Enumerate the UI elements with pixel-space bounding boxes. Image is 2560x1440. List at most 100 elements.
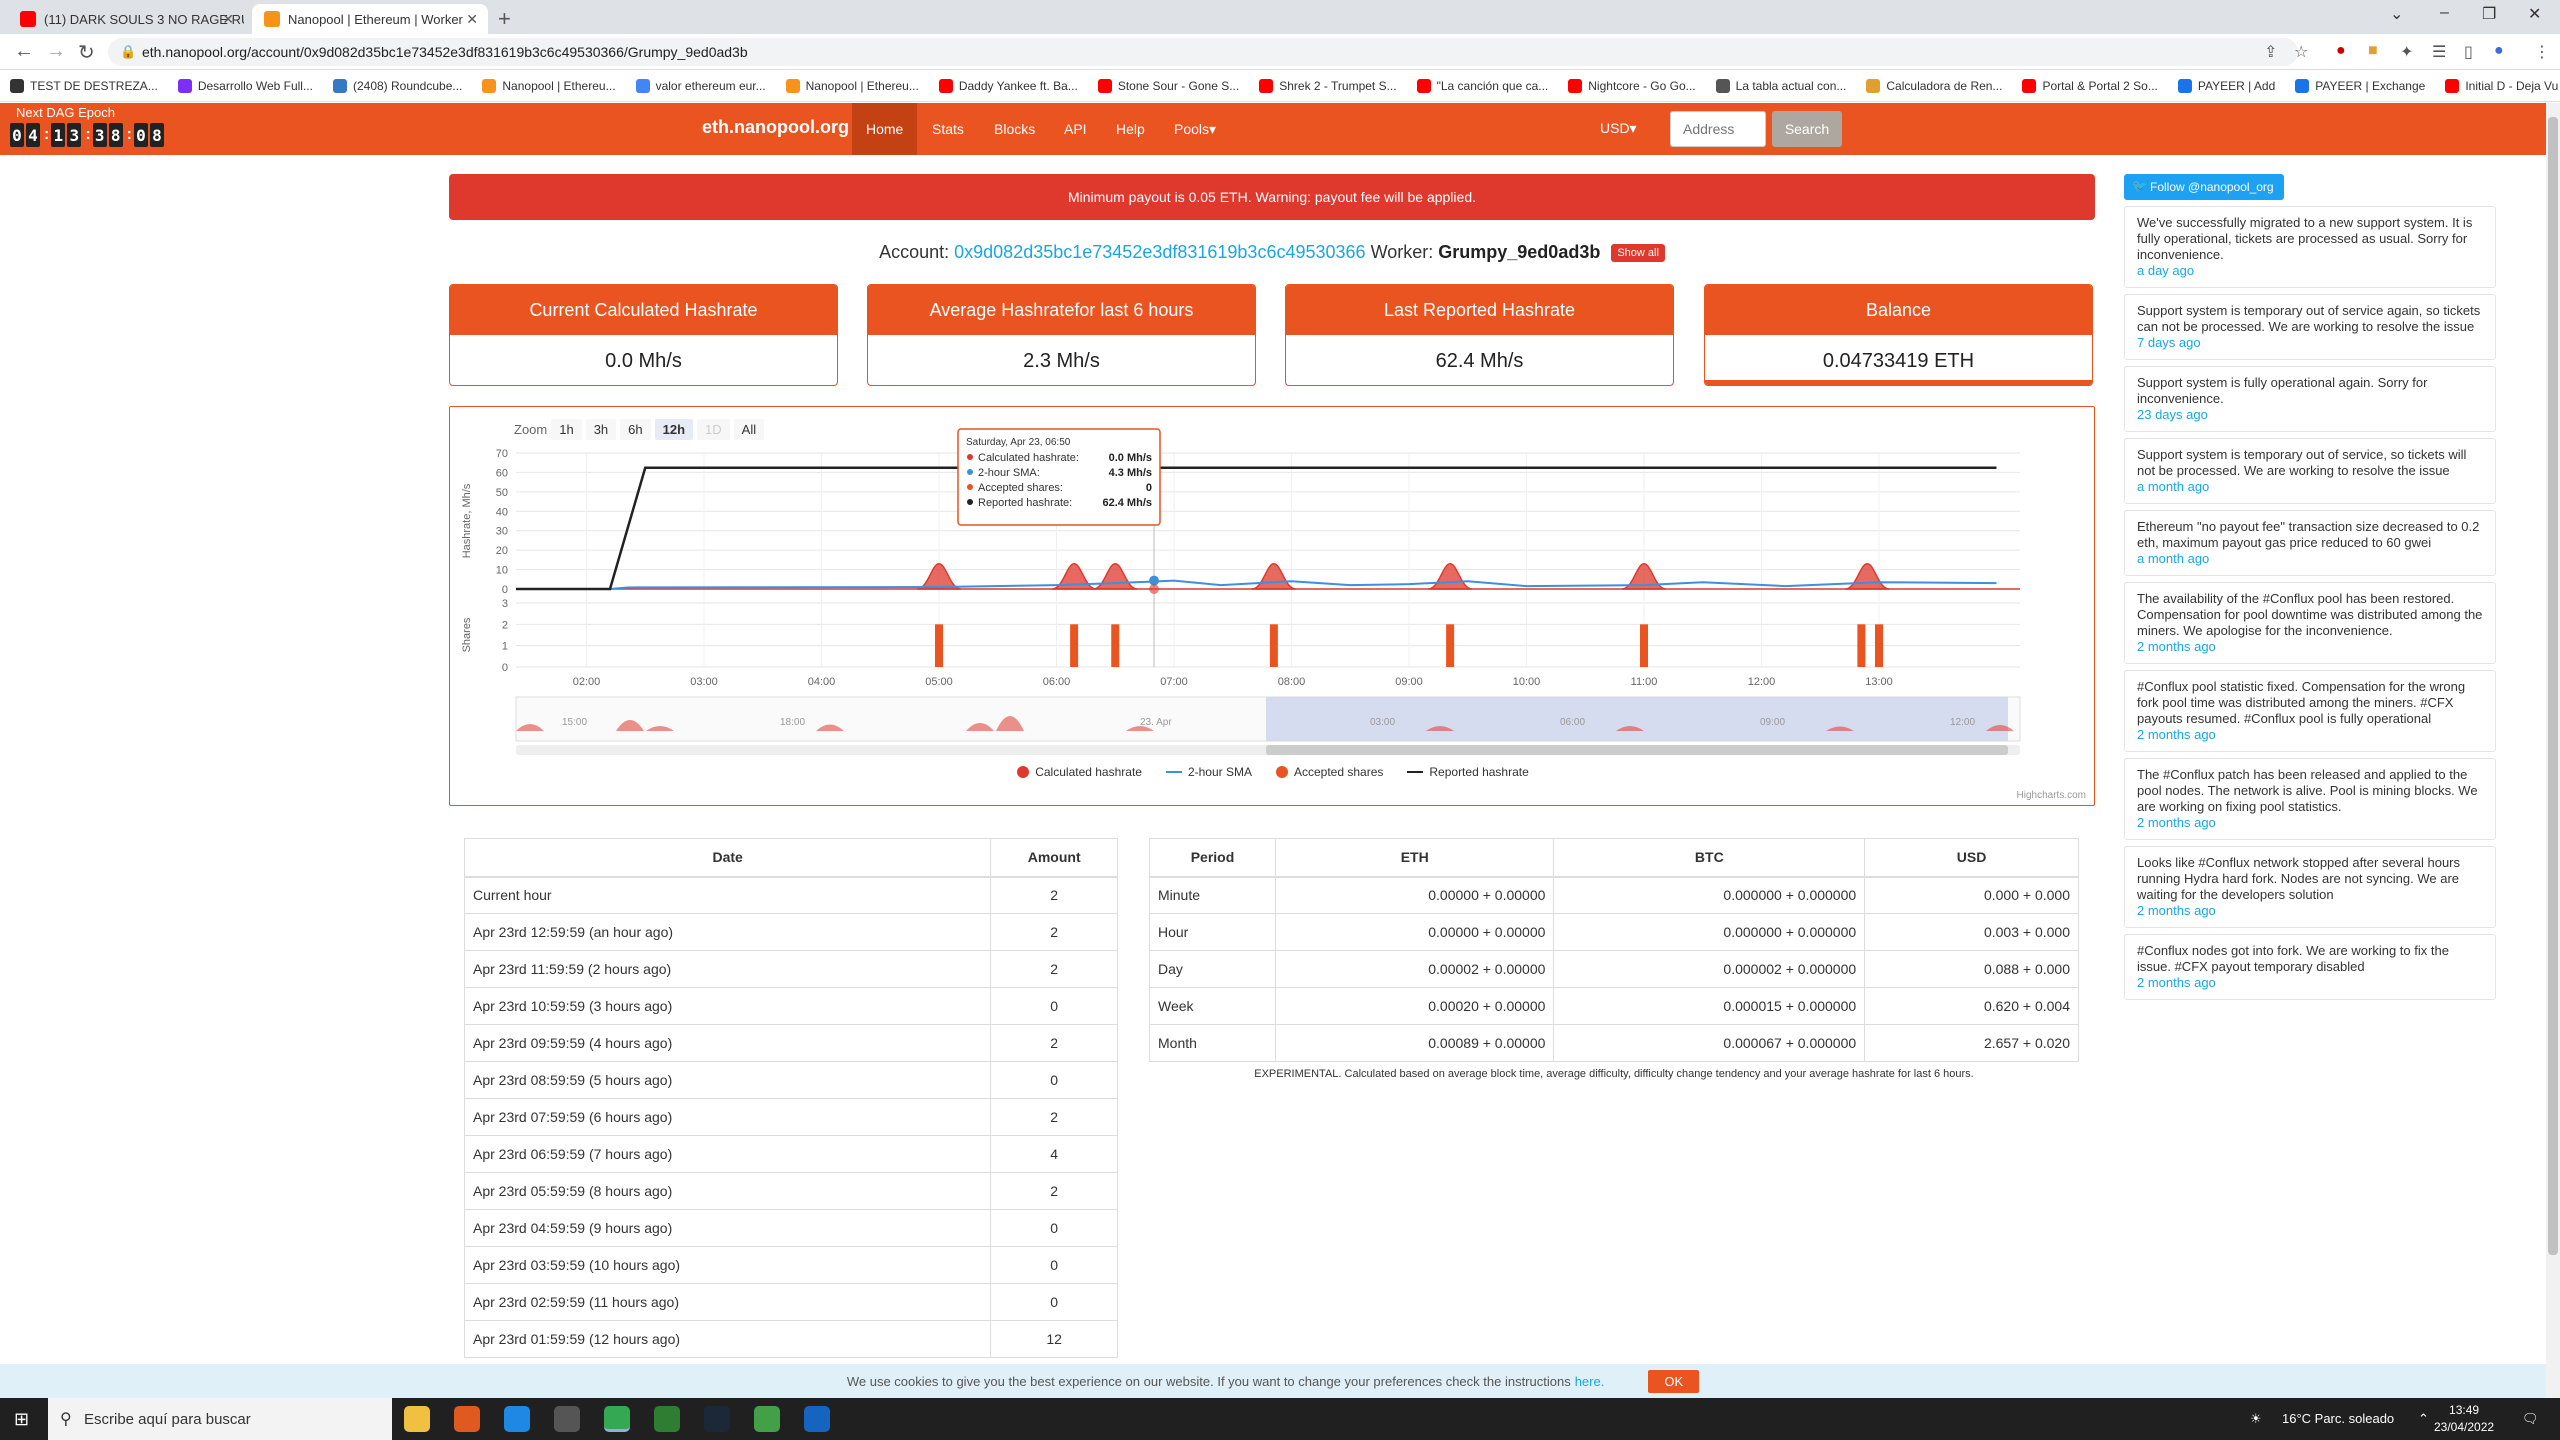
bookmark-item[interactable]: PAYEER | Add	[2177, 78, 2275, 93]
legend-calculated[interactable]: Calculated hashrate	[1017, 765, 1142, 779]
tooltip-row-label: 2-hour SMA:	[978, 467, 1040, 479]
minimize-icon[interactable]: –	[2440, 4, 2449, 22]
usd-cell: 0.088 + 0.000	[1864, 950, 2079, 988]
bookmark-item[interactable]: Nanopool | Ethereu...	[482, 78, 616, 93]
tab-search-icon[interactable]: ⌄	[2390, 4, 2403, 24]
amount-cell: 0	[990, 1246, 1118, 1284]
app-icon[interactable]	[754, 1406, 780, 1432]
news-time-link[interactable]: a month ago	[2137, 551, 2483, 567]
news-time-link[interactable]: 2 months ago	[2137, 903, 2483, 919]
close-icon[interactable]: ✕	[222, 11, 234, 28]
taskbar-clock[interactable]: 13:49 23/04/2022	[2434, 1402, 2494, 1436]
bookmark-item[interactable]: "La canción que ca...	[1416, 78, 1548, 93]
news-time-link[interactable]: 7 days ago	[2137, 335, 2483, 351]
show-all-button[interactable]: Show all	[1611, 244, 1665, 263]
news-time-link[interactable]: 2 months ago	[2137, 975, 2483, 991]
account-address-link[interactable]: 0x9d082d35bc1e73452e3df831619b3c6c495303…	[954, 242, 1365, 262]
app-icon[interactable]	[504, 1406, 530, 1432]
reading-list-icon[interactable]: ☰	[2432, 42, 2446, 62]
url-field[interactable]: 🔒 eth.nanopool.org/account/0x9d082d35bc1…	[108, 38, 2298, 66]
nav-pools[interactable]: Pools▾	[1160, 103, 1230, 155]
share-icon[interactable]: ⇪	[2264, 42, 2277, 62]
app-icon[interactable]	[804, 1406, 830, 1432]
cookie-instructions-link[interactable]: here.	[1575, 1374, 1605, 1389]
menu-kebab-icon[interactable]: ⋮	[2534, 42, 2550, 62]
bookmark-item[interactable]: PAYEER | Exchange	[2295, 78, 2425, 93]
app-icon[interactable]	[454, 1406, 480, 1432]
bookmark-item[interactable]: Portal & Portal 2 So...	[2022, 78, 2158, 93]
twitter-follow-button[interactable]: 🐦 Follow @nanopool_org	[2124, 174, 2284, 200]
new-tab-button[interactable]: +	[498, 6, 511, 32]
news-time-link[interactable]: a month ago	[2137, 479, 2483, 495]
weather-icon[interactable]: ☀	[2250, 1411, 2262, 1427]
bookmark-star-icon[interactable]: ☆	[2294, 42, 2308, 62]
amount-cell: 2	[990, 950, 1118, 988]
chrome-icon[interactable]	[604, 1406, 630, 1432]
bookmark-item[interactable]: Desarrollo Web Full...	[177, 78, 313, 93]
news-time-link[interactable]: 23 days ago	[2137, 407, 2483, 423]
bookmark-favicon-icon	[482, 78, 497, 93]
side-panel-icon[interactable]: ▯	[2464, 42, 2473, 62]
profile-avatar[interactable]: ●	[2494, 42, 2504, 60]
table-row: Apr 23rd 10:59:59 (3 hours ago) 0	[463, 987, 1118, 1025]
cookie-ok-button[interactable]: OK	[1648, 1369, 1700, 1393]
nav-api[interactable]: API	[1050, 103, 1101, 155]
stat-title: Current Calculated Hashrate	[450, 285, 837, 335]
btc-cell: 0.000000 + 0.000000	[1553, 913, 1866, 951]
forward-icon[interactable]: →	[46, 40, 66, 63]
legend-shares[interactable]: Accepted shares	[1275, 765, 1383, 779]
app-icon[interactable]	[554, 1406, 580, 1432]
close-icon[interactable]: ✕	[466, 11, 478, 28]
nav-stats[interactable]: Stats	[918, 103, 978, 155]
extension-icon[interactable]: ■	[2368, 42, 2378, 60]
legend-reported[interactable]: Reported hashrate	[1407, 765, 1529, 779]
news-item: Support system is fully operational agai…	[2124, 366, 2496, 432]
legend-sma[interactable]: 2-hour SMA	[1165, 765, 1252, 779]
file-explorer-icon[interactable]	[404, 1406, 430, 1432]
news-time-link[interactable]: a day ago	[2137, 263, 2483, 279]
brand-logo[interactable]: eth.nanopool.org	[702, 117, 849, 138]
bookmark-item[interactable]: Shrek 2 - Trumpet S...	[1259, 78, 1397, 93]
bookmark-item[interactable]: Daddy Yankee ft. Ba...	[938, 78, 1078, 93]
scrollbar-thumb[interactable]	[2548, 117, 2558, 1255]
page-scrollbar[interactable]	[2546, 103, 2560, 1398]
windows-start-icon[interactable]: ⊞	[14, 1409, 29, 1430]
bookmark-item[interactable]: Calculadora de Ren...	[1866, 78, 2002, 93]
news-time-link[interactable]: 2 months ago	[2137, 727, 2483, 743]
taskbar-search[interactable]: ⚲ Escribe aquí para buscar	[48, 1398, 392, 1440]
bookmark-item[interactable]: (2408) Roundcube...	[332, 78, 462, 93]
bookmark-item[interactable]: Nanopool | Ethereu...	[785, 78, 919, 93]
nav-blocks[interactable]: Blocks	[980, 103, 1049, 155]
bookmark-item[interactable]: valor ethereum eur...	[635, 78, 766, 93]
extensions-puzzle-icon[interactable]: ✦	[2400, 42, 2413, 62]
maximize-icon[interactable]: ❐	[2482, 4, 2496, 24]
news-time-link[interactable]: 2 months ago	[2137, 639, 2483, 655]
bookmark-item[interactable]: Stone Sour - Gone S...	[1097, 78, 1239, 93]
browser-tab-nanopool[interactable]: Nanopool | Ethereum | Worker ✕	[252, 4, 488, 34]
tray-chevron-icon[interactable]: ⌃	[2418, 1411, 2429, 1427]
news-time-link[interactable]: 2 months ago	[2137, 815, 2483, 831]
eth-cell: 0.00000 + 0.00000	[1274, 876, 1555, 914]
address-search-input[interactable]	[1670, 111, 1766, 147]
nav-help[interactable]: Help	[1102, 103, 1159, 155]
col-eth: ETH	[1274, 838, 1555, 878]
reload-icon[interactable]: ↻	[78, 40, 95, 65]
weather-text[interactable]: 16°C Parc. soleado	[2282, 1411, 2394, 1426]
highcharts-credit[interactable]: Highcharts.com	[2017, 790, 2086, 801]
app-icon[interactable]	[654, 1406, 680, 1432]
chart-canvas[interactable]: 0 10 20 30 40 50 60 70 0 1 2 3 Hashrate, Mh/s Shares 0…	[450, 407, 2094, 762]
search-button[interactable]: Search	[1772, 111, 1842, 147]
nav-home[interactable]: Home	[852, 103, 918, 155]
bookmark-item[interactable]: TEST DE DESTREZA...	[10, 78, 158, 93]
browser-tab-youtube[interactable]: (11) DARK SOULS 3 NO RAGE RU ✕	[8, 4, 244, 34]
bookmark-item[interactable]: Nightcore - Go Go...	[1568, 78, 1696, 93]
bookmark-item[interactable]: La tabla actual con...	[1715, 78, 1846, 93]
steam-icon[interactable]	[704, 1406, 730, 1432]
bookmark-item[interactable]: Initial D - Deja Vu -...	[2445, 78, 2560, 93]
currency-dropdown[interactable]: USD▾	[1600, 120, 1637, 137]
notifications-icon[interactable]: 🗨	[2522, 1411, 2539, 1427]
ublock-icon[interactable]: ●	[2336, 42, 2346, 60]
bookmark-favicon-icon	[938, 78, 953, 93]
window-close-icon[interactable]: ✕	[2528, 4, 2541, 24]
back-icon[interactable]: ←	[14, 40, 34, 63]
